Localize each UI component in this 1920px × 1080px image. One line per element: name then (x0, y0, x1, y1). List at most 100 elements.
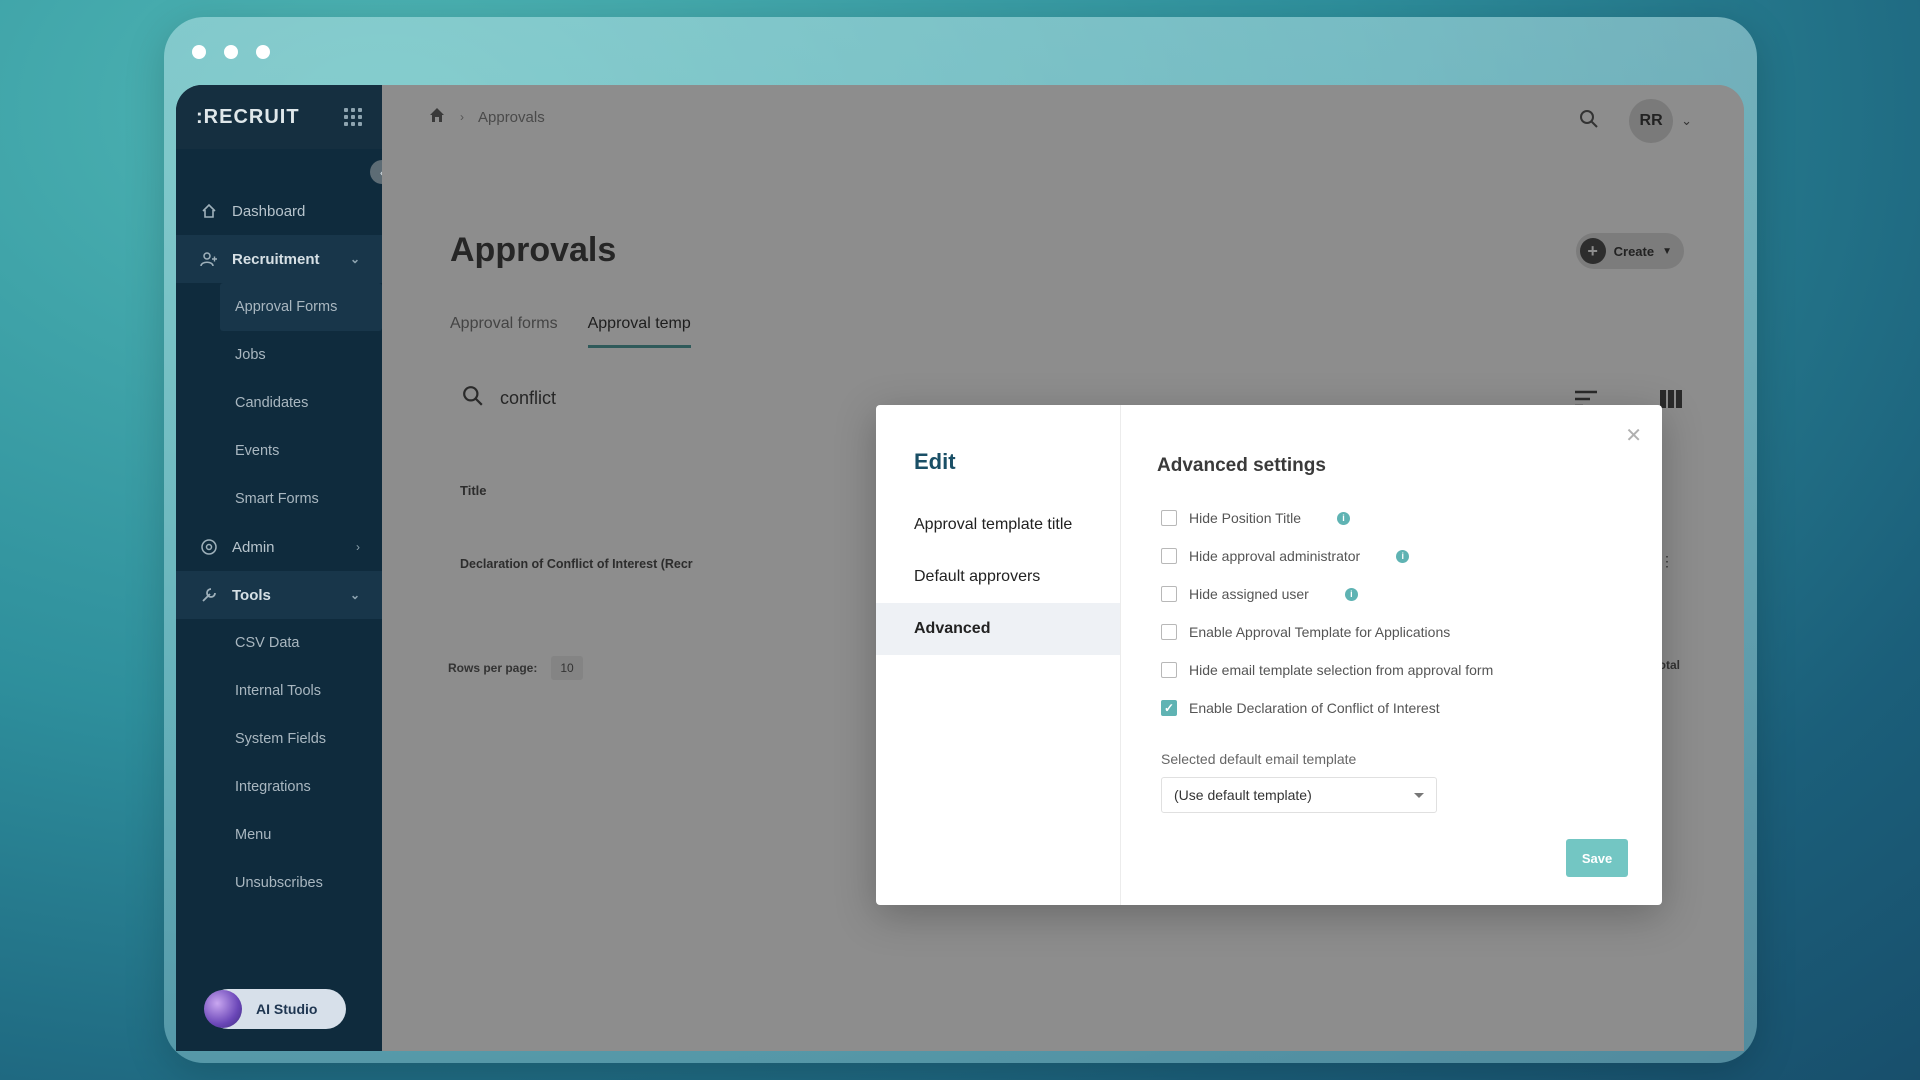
home-icon (198, 203, 220, 219)
sidebar-item-system-fields[interactable]: System Fields (176, 715, 382, 763)
modal-heading: Edit (914, 449, 956, 474)
info-icon[interactable]: i (1344, 587, 1358, 601)
sidebar-item-label: Recruitment (232, 250, 320, 268)
window-frame: :RECRUIT ‹ Dashboard Recruitment (164, 17, 1757, 1063)
option-hide-position-title[interactable]: Hide Position Title i (1157, 499, 1662, 537)
checkbox[interactable] (1161, 510, 1177, 526)
app-logo: :RECRUIT (196, 105, 300, 128)
modal-nav: Edit Approval template title Default app… (876, 405, 1121, 905)
option-label: Enable Approval Template for Application… (1189, 624, 1451, 640)
chevron-down-icon: ⌄ (1681, 113, 1692, 128)
option-hide-approval-administrator[interactable]: Hide approval administrator i (1157, 537, 1662, 575)
edit-modal: Edit Approval template title Default app… (876, 405, 1662, 905)
option-hide-assigned-user[interactable]: Hide assigned user i (1157, 575, 1662, 613)
home-icon[interactable] (428, 106, 446, 129)
sidebar-header: :RECRUIT (176, 85, 382, 149)
window-dot[interactable] (192, 45, 206, 59)
rows-per-page: Rows per page: 10 (448, 656, 583, 680)
modal-nav-template-title[interactable]: Approval template title (876, 499, 1120, 551)
close-icon[interactable]: ✕ (1625, 423, 1642, 448)
app-grid-icon[interactable] (344, 108, 362, 126)
sidebar-item-integrations[interactable]: Integrations (176, 763, 382, 811)
option-enable-approval-template[interactable]: Enable Approval Template for Application… (1157, 613, 1662, 651)
avatar[interactable]: RR (1629, 99, 1674, 143)
option-label: Hide Position Title (1189, 510, 1302, 526)
modal-nav-advanced[interactable]: Advanced (876, 603, 1120, 655)
page-title: Approvals (450, 231, 617, 269)
checkbox-checked[interactable]: ✓ (1161, 700, 1177, 716)
checkbox[interactable] (1161, 624, 1177, 640)
info-icon[interactable]: i (1396, 549, 1410, 563)
email-template-label: Selected default email template (1161, 751, 1357, 767)
sidebar-item-label: Admin (232, 538, 275, 556)
ai-studio-button[interactable]: AI Studio (204, 989, 346, 1029)
columns-icon[interactable] (1660, 390, 1682, 413)
sidebar-item-menu[interactable]: Menu (176, 811, 382, 859)
sidebar-item-jobs[interactable]: Jobs (176, 331, 382, 379)
ai-studio-label: AI Studio (256, 1001, 318, 1017)
sidebar-item-smart-forms[interactable]: Smart Forms (176, 475, 382, 523)
tab-approval-forms[interactable]: Approval forms (450, 315, 558, 348)
sidebar-item-label: Tools (232, 586, 271, 604)
checkbox[interactable] (1161, 662, 1177, 678)
chevron-down-icon: ⌄ (349, 252, 360, 266)
caret-down-icon (1414, 792, 1424, 798)
sidebar-item-csv-data[interactable]: CSV Data (176, 619, 382, 667)
caret-down-icon: ▼ (1662, 245, 1672, 257)
topbar: › Approvals (382, 85, 1744, 149)
breadcrumb-separator-icon: › (460, 110, 464, 124)
tabs: Approval forms Approval temp (450, 315, 691, 348)
tab-approval-templates[interactable]: Approval temp (587, 315, 691, 348)
app-window: :RECRUIT ‹ Dashboard Recruitment (176, 85, 1744, 1051)
option-enable-declaration-conflict[interactable]: ✓ Enable Declaration of Conflict of Inte… (1157, 689, 1662, 727)
user-menu[interactable]: RR ⌄ (1629, 99, 1692, 143)
option-label: Enable Declaration of Conflict of Intere… (1189, 700, 1440, 716)
chevron-right-icon: › (356, 540, 360, 554)
sidebar-item-events[interactable]: Events (176, 427, 382, 475)
option-label: Hide approval administrator (1189, 548, 1361, 564)
sidebar-item-internal-tools[interactable]: Internal Tools (176, 667, 382, 715)
search-input[interactable]: conflict (500, 388, 556, 409)
sidebar: :RECRUIT ‹ Dashboard Recruitment (176, 85, 394, 1051)
option-label: Hide email template selection from appro… (1189, 662, 1494, 678)
info-icon[interactable]: i (1337, 511, 1351, 525)
select-value: (Use default template) (1174, 787, 1312, 803)
sidebar-item-unsubscribes[interactable]: Unsubscribes (176, 859, 382, 907)
create-label: Create (1613, 243, 1655, 259)
email-template-select[interactable]: (Use default template) (1161, 777, 1437, 813)
window-dot[interactable] (224, 45, 238, 59)
save-button[interactable]: Save (1566, 839, 1628, 877)
sidebar-nav: Dashboard Recruitment ⌄ Approval Forms J… (176, 187, 382, 907)
option-hide-email-template-selection[interactable]: Hide email template selection from appro… (1157, 651, 1662, 689)
sidebar-item-admin[interactable]: Admin › (176, 523, 382, 571)
checkbox[interactable] (1161, 586, 1177, 602)
checkbox[interactable] (1161, 548, 1177, 564)
breadcrumb-current: Approvals (478, 108, 545, 126)
search-bar[interactable]: conflict (462, 385, 556, 412)
modal-nav-default-approvers[interactable]: Default approvers (876, 551, 1120, 603)
sidebar-item-approval-forms[interactable]: Approval Forms (220, 283, 382, 331)
more-icon[interactable]: ⋮ (1660, 553, 1674, 570)
rows-per-page-select[interactable]: 10 (551, 656, 583, 680)
ai-orb-icon (204, 990, 242, 1028)
search-icon[interactable] (1579, 109, 1599, 134)
column-header-title[interactable]: Title (460, 483, 487, 498)
option-label: Hide assigned user (1189, 586, 1309, 602)
advanced-settings-panel: ✕ Advanced settings Hide Position Title … (1121, 405, 1662, 905)
chevron-down-icon: ⌄ (349, 588, 360, 602)
create-button[interactable]: + Create ▼ (1575, 233, 1684, 269)
topbar-right: RR ⌄ (1579, 99, 1692, 143)
plus-icon: + (1579, 238, 1606, 264)
window-dot[interactable] (256, 45, 270, 59)
sidebar-item-tools[interactable]: Tools ⌄ (176, 571, 382, 619)
sidebar-item-candidates[interactable]: Candidates (176, 379, 382, 427)
sidebar-item-dashboard[interactable]: Dashboard (176, 187, 382, 235)
table-row[interactable]: Declaration of Conflict of Interest (Rec… (460, 557, 693, 571)
rows-per-page-label: Rows per page: (448, 661, 538, 675)
users-icon (198, 251, 220, 267)
section-title: Advanced settings (1157, 455, 1326, 476)
search-icon (462, 385, 484, 412)
admin-icon (198, 538, 220, 556)
sidebar-item-recruitment[interactable]: Recruitment ⌄ (176, 235, 382, 283)
wrench-icon (198, 586, 220, 604)
